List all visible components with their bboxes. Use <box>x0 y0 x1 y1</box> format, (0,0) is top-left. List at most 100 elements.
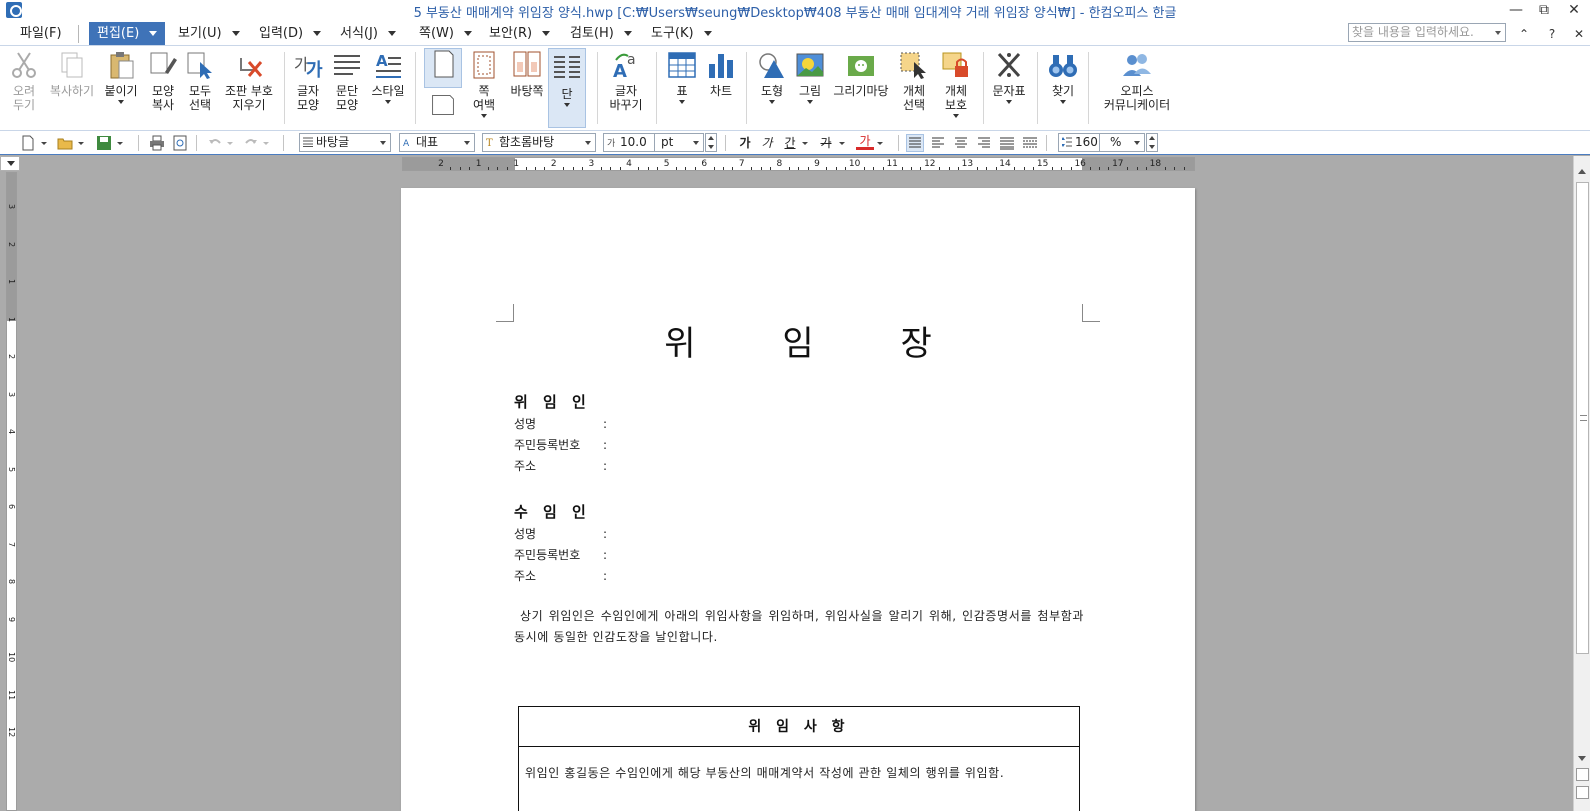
delegate-name-field[interactable]: 성명: <box>514 525 614 542</box>
chevron-down-icon[interactable] <box>838 135 846 151</box>
document-title[interactable]: 위 임 장 <box>401 316 1195 365</box>
delegator-heading[interactable]: 위 임 인 <box>514 391 591 412</box>
menu-insert[interactable]: 입력(D) <box>259 24 322 44</box>
scroll-thumb[interactable] <box>1576 182 1589 654</box>
drawing-gallery-button[interactable]: 그리기마당 <box>830 50 892 98</box>
redo-icon[interactable] <box>243 135 259 151</box>
delegation-paragraph[interactable]: 상기 위임인은 수임인에게 아래의 위임사항을 위임하며, 위임사실을 알리기 … <box>514 606 1084 648</box>
chevron-down-icon[interactable] <box>262 135 270 151</box>
char-shape-button[interactable]: 가가 글자 모양 <box>291 50 325 112</box>
line-spacing-unit-select[interactable]: % <box>1099 133 1145 152</box>
copy-button[interactable]: 복사하기 <box>46 50 98 98</box>
style-button[interactable]: A 스타일 <box>368 50 408 104</box>
para-shape-button[interactable]: 문단 모양 <box>330 50 364 112</box>
collapse-ribbon-icon[interactable]: ⌃ <box>1515 27 1533 43</box>
scroll-up-icon[interactable] <box>1578 169 1586 174</box>
delegation-items-body[interactable]: 위임인 홍길동은 수임인에게 해당 부동산의 매매계약서 작성에 관한 일체의 … <box>519 747 1079 784</box>
menu-file[interactable]: 파일(F) <box>20 24 62 44</box>
align-right-icon[interactable] <box>976 135 992 151</box>
column-button[interactable]: 단 <box>548 48 586 128</box>
menu-review[interactable]: 검토(H) <box>570 24 632 44</box>
font-size-stepper[interactable] <box>705 133 717 152</box>
align-justify-icon[interactable] <box>906 134 924 152</box>
menu-security[interactable]: 보안(R) <box>489 24 551 44</box>
chevron-down-icon[interactable] <box>116 135 124 151</box>
scroll-down-icon[interactable] <box>1578 756 1586 761</box>
chevron-down-icon[interactable] <box>876 135 884 151</box>
print-icon[interactable] <box>149 135 165 151</box>
vertical-ruler[interactable]: 3 2 1 1 2 3 4 5 6 7 8 9 10 11 12 <box>0 172 20 811</box>
delegate-address-field[interactable]: 주소: <box>514 567 614 584</box>
chevron-down-icon[interactable] <box>801 135 809 151</box>
minimize-button[interactable]: — <box>1502 0 1530 21</box>
paste-button[interactable]: 붙이기 <box>101 50 141 104</box>
menu-tools[interactable]: 도구(K) <box>651 24 712 44</box>
document-page[interactable]: 위 임 장 위 임 인 성명: 주민등록번호: 주소: 수 임 인 성명: 주민… <box>401 188 1195 811</box>
restore-button[interactable]: ⧉ <box>1530 0 1558 21</box>
find-button[interactable]: 찾기 <box>1046 50 1080 104</box>
ruler-number: 1 <box>513 159 520 169</box>
protect-object-button[interactable]: 개체 보호 <box>936 50 976 118</box>
delegator-address-field[interactable]: 주소: <box>514 457 614 474</box>
clear-codes-button[interactable]: 조판 부호 지우기 <box>221 50 277 112</box>
scroll-prev-page-icon[interactable] <box>1576 786 1589 799</box>
menu-view[interactable]: 보기(U) <box>178 24 240 44</box>
close-doc-icon[interactable]: ✕ <box>1570 27 1588 43</box>
delegate-heading[interactable]: 수 임 인 <box>514 501 591 522</box>
delegator-id-field[interactable]: 주민등록번호: <box>514 436 614 453</box>
line-spacing-input[interactable]: 160 <box>1058 133 1100 152</box>
delegation-items-heading[interactable]: 위 임 사 항 <box>519 707 1079 747</box>
open-folder-icon[interactable] <box>57 135 73 151</box>
style-select[interactable]: 바탕글 <box>299 133 391 152</box>
align-split-icon[interactable] <box>1022 135 1038 151</box>
new-document-icon[interactable] <box>20 135 36 151</box>
delegator-name-field[interactable]: 성명: <box>514 415 614 432</box>
language-select[interactable]: A 대표 <box>399 133 475 152</box>
underline-button[interactable]: 간 <box>781 134 799 152</box>
align-left-icon[interactable] <box>930 135 946 151</box>
vertical-scrollbar[interactable] <box>1573 156 1590 811</box>
print-preview-icon[interactable] <box>172 135 188 151</box>
delegation-items-table[interactable]: 위 임 사 항 위임인 홍길동은 수임인에게 해당 부동산의 매매계약서 작성에… <box>518 706 1080 811</box>
page-margin-button[interactable]: 쪽 여백 <box>466 50 502 118</box>
font-color-button[interactable]: 가 <box>856 134 874 150</box>
cut-button[interactable]: 오려 두기 <box>6 50 42 112</box>
font-select[interactable]: T 함초롬바탕 <box>482 133 596 152</box>
close-button[interactable]: ✕ <box>1560 0 1588 21</box>
menu-edit[interactable]: 편집(E) <box>89 22 166 45</box>
horizontal-ruler[interactable]: 2 1 1 2 3 4 5 6 7 8 9 10 11 12 13 14 15 16 17 18 <box>402 157 1195 171</box>
font-size-unit-select[interactable]: pt <box>654 133 704 152</box>
search-input[interactable]: 찾을 내용을 입력하세요. <box>1348 23 1506 42</box>
page-setup-portrait-button[interactable] <box>424 48 462 88</box>
chart-button[interactable]: 차트 <box>705 50 737 98</box>
scroll-page-icon[interactable] <box>1576 768 1589 781</box>
help-icon[interactable]: ? <box>1543 27 1561 43</box>
align-distribute-icon[interactable] <box>999 135 1015 151</box>
page-landscape-button[interactable] <box>424 92 462 122</box>
ruler-corner-button[interactable] <box>0 156 20 171</box>
bold-button[interactable]: 가 <box>736 134 754 152</box>
line-spacing-stepper[interactable] <box>1146 133 1158 152</box>
align-center-icon[interactable] <box>953 135 969 151</box>
chevron-down-icon[interactable] <box>226 135 234 151</box>
office-communicator-button[interactable]: 오피스 커뮤니케이터 <box>1097 50 1177 112</box>
select-object-button[interactable]: 개체 선택 <box>897 50 931 112</box>
undo-icon[interactable] <box>207 135 223 151</box>
table-button[interactable]: 표 <box>666 50 698 104</box>
chevron-down-icon[interactable] <box>77 135 85 151</box>
delegate-id-field[interactable]: 주민등록번호: <box>514 546 614 563</box>
picture-button[interactable]: 그림 <box>793 50 827 104</box>
format-copy-button[interactable]: 모양 복사 <box>145 50 181 112</box>
menu-page[interactable]: 쪽(W) <box>419 24 472 44</box>
select-all-button[interactable]: 모두 선택 <box>184 50 216 112</box>
italic-button[interactable]: 가 <box>758 134 776 152</box>
menu-format[interactable]: 서식(J) <box>340 24 396 44</box>
master-page-button[interactable]: 바탕쪽 <box>505 50 549 98</box>
strikethrough-button[interactable]: 가 <box>817 134 835 152</box>
shape-button[interactable]: 도형 <box>755 50 789 104</box>
save-icon[interactable] <box>96 135 112 151</box>
replace-char-button[interactable]: Aa 글자 바꾸기 <box>604 50 648 112</box>
symbols-button[interactable]: 문자표 <box>990 50 1028 104</box>
font-size-input[interactable]: 가 10.0 <box>603 133 655 152</box>
chevron-down-icon[interactable] <box>40 135 48 151</box>
